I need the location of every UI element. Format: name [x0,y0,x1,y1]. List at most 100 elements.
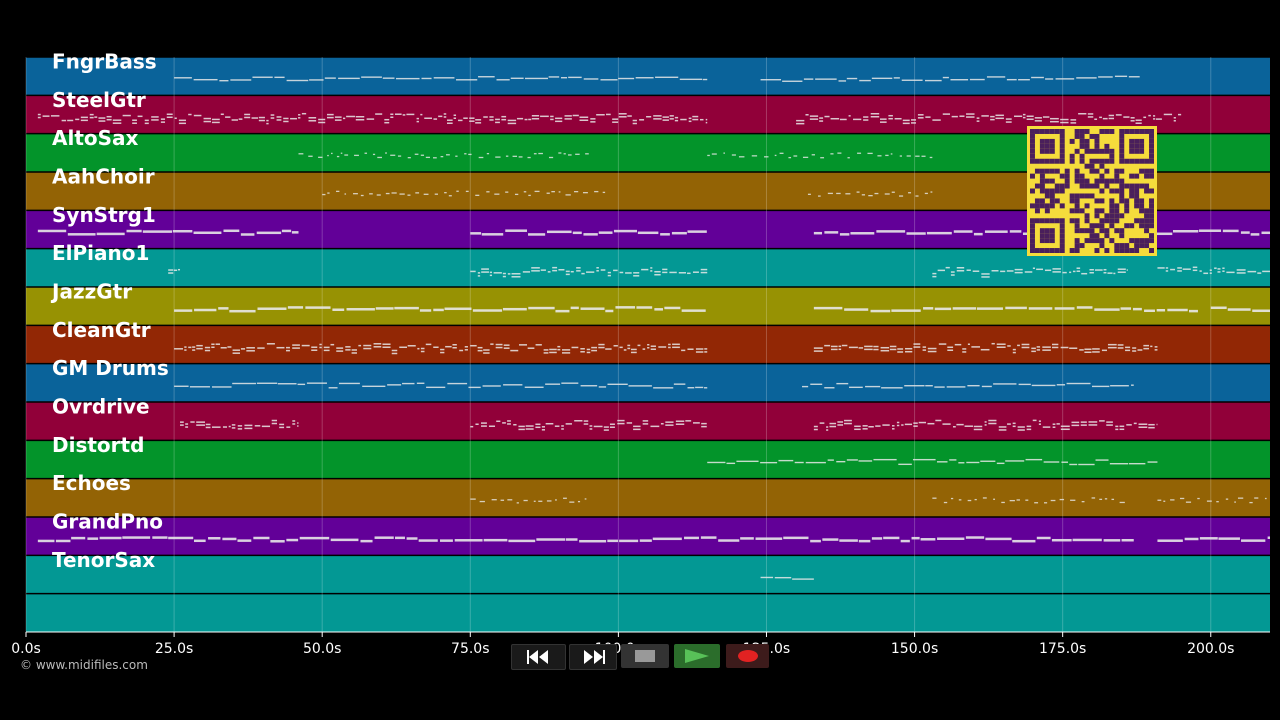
note [99,536,122,540]
qr-module [1134,148,1140,154]
track-label[interactable]: SteelGtr [52,88,146,112]
note [345,349,351,351]
track-label[interactable]: GM Drums [52,356,169,380]
note [439,539,453,542]
note [871,77,893,80]
note [655,76,679,78]
note [528,118,532,121]
note [897,348,904,350]
note [1135,119,1142,121]
track-label[interactable]: CleanGtr [52,318,151,342]
qr-module [1074,129,1080,134]
note [626,422,633,424]
note [726,462,736,465]
note [142,230,173,233]
note [246,350,255,352]
note [563,497,567,499]
note [576,267,581,269]
qr-module [1059,243,1065,249]
note [432,157,437,159]
note [547,230,572,234]
note [535,344,542,346]
note [346,115,356,118]
note [193,78,218,81]
note [993,498,996,500]
note [1234,501,1236,503]
note [996,343,1006,345]
qr-module [1129,129,1135,134]
note [516,502,519,504]
note [990,115,995,118]
note [1060,425,1070,428]
track-label[interactable]: FngrBass [52,50,157,74]
note [922,349,927,351]
record-button[interactable] [726,644,769,668]
play-button[interactable] [674,644,720,668]
note [1125,349,1131,352]
note [166,113,173,116]
note [1054,307,1075,310]
note [675,423,685,425]
qr-module [1034,208,1040,214]
note [557,348,561,351]
note [1018,383,1031,386]
track-label[interactable]: GrandPno [52,510,163,534]
note [1084,351,1092,354]
note [635,77,654,79]
note [527,347,535,349]
track-label[interactable]: JazzGtr [50,280,132,304]
rewind-button[interactable] [511,644,566,670]
note [531,118,540,120]
qr-module [1109,198,1115,204]
track-label[interactable]: SynStrg1 [52,203,156,227]
note [137,115,143,118]
track-label[interactable]: AahChoir [52,165,155,189]
note [1031,76,1044,79]
note [815,78,837,80]
stop-button[interactable] [621,644,669,668]
qr-module [1039,168,1045,174]
note [180,421,184,423]
note [443,113,447,115]
note [391,192,397,194]
note [642,348,646,350]
note [340,152,343,154]
note [827,192,833,195]
track-label[interactable]: AltoSax [52,126,139,150]
note [283,117,289,120]
track-label[interactable]: ElPiano1 [52,241,149,265]
qr-module [1074,228,1080,234]
qr-module [1134,143,1140,149]
note [237,425,243,427]
note [507,499,513,501]
note [912,458,936,461]
qr-module [1059,129,1065,134]
note [220,113,224,116]
note [251,117,259,119]
qr-module [1149,238,1154,244]
track-label[interactable]: Distortd [52,433,144,457]
note [286,538,299,542]
note [524,77,548,80]
note [355,118,365,121]
note [1060,346,1069,349]
qr-module [1129,173,1135,179]
note [950,274,955,276]
note [913,346,921,348]
note [298,153,304,155]
qr-module [1124,203,1130,209]
note [665,421,674,423]
note [868,425,874,428]
qr-module [1079,228,1085,234]
track-label[interactable]: Ovrdrive [52,395,150,419]
track-label[interactable]: Echoes [52,471,131,495]
qr-module [1094,178,1100,184]
note [839,118,847,121]
note [244,116,251,119]
note [792,578,814,580]
fast-forward-button[interactable] [569,644,617,670]
note [586,351,591,354]
note [1247,270,1257,273]
note [607,274,611,277]
track-label[interactable]: TenorSax [52,548,155,572]
